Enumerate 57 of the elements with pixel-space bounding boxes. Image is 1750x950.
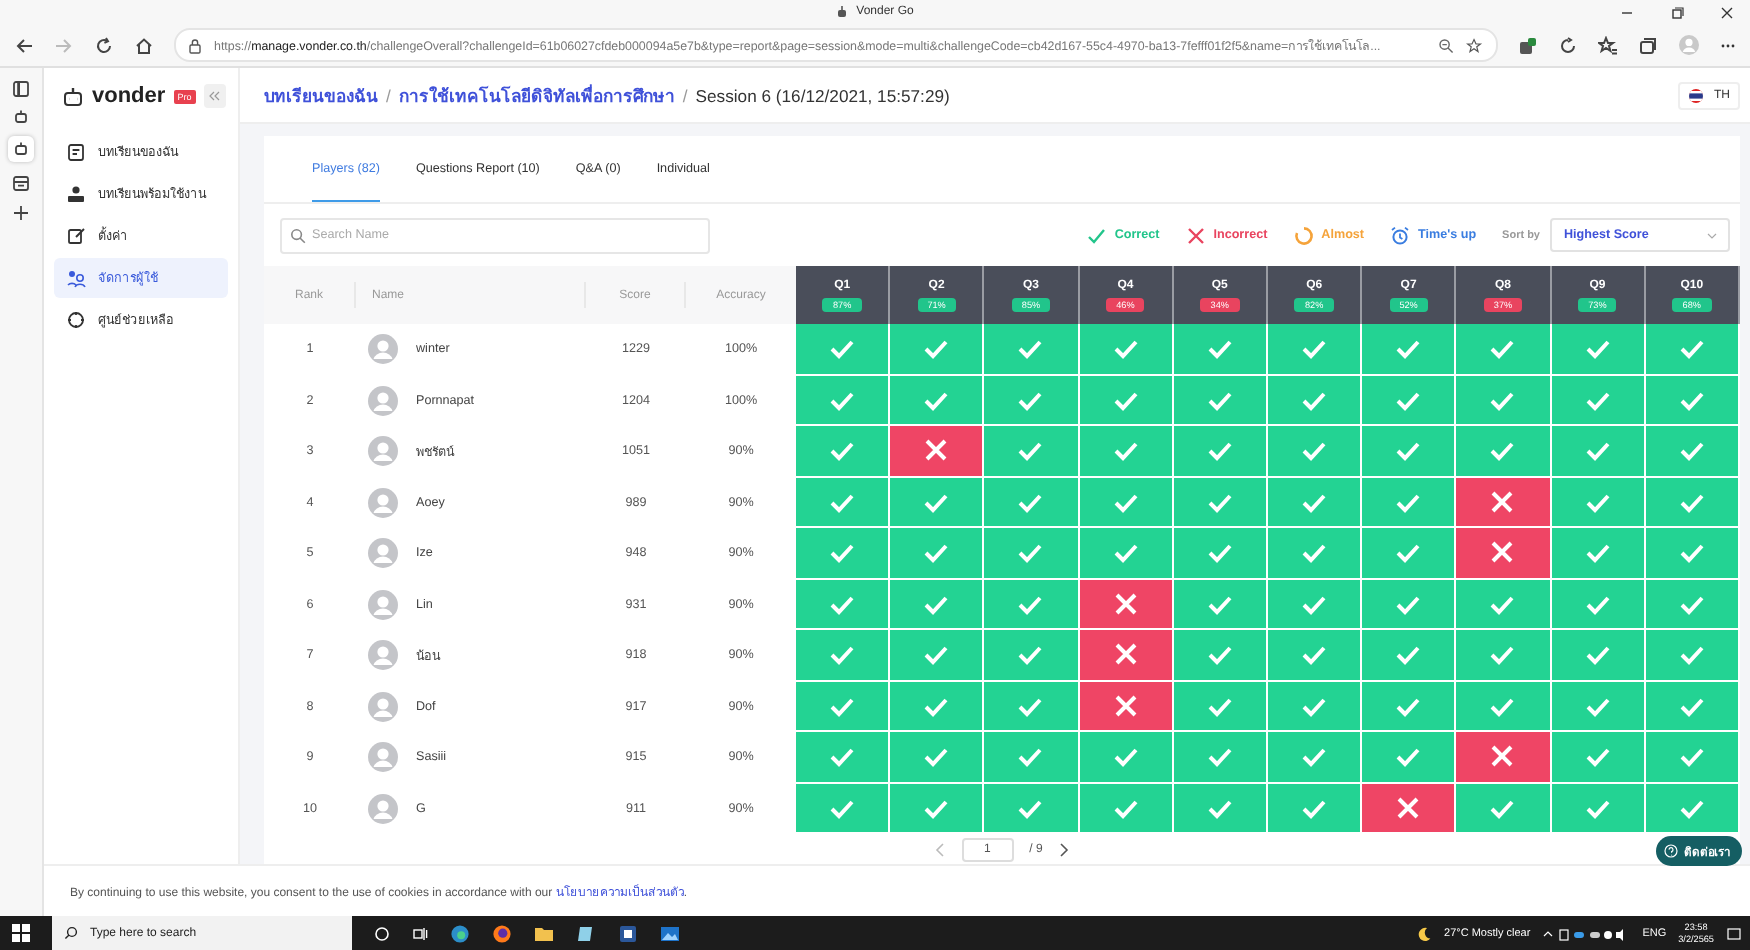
tabs-icon[interactable] [12,80,30,98]
moon-icon [1416,925,1433,941]
circle-icon[interactable] [374,925,390,941]
logo-text: vonder [92,84,166,108]
search-icon [290,227,306,243]
document-icon[interactable] [618,923,638,943]
notification-icon[interactable] [1726,925,1742,941]
folder-icon[interactable] [534,923,554,943]
home-icon[interactable] [134,35,154,55]
breadcrumb-link[interactable]: การใช้เทคโนโลยีดิจิทัลเพื่อการศึกษา [398,81,675,109]
double-chevron-icon [208,90,221,102]
restore-icon[interactable] [1670,5,1684,19]
collapse-button[interactable] [203,84,226,108]
search-icon [64,926,78,940]
cross-icon [1185,225,1206,245]
favorites-icon[interactable] [1598,35,1618,55]
breadcrumb-separator: / [682,85,688,105]
avatar-icon [368,640,398,671]
extension-icon[interactable] [1518,35,1538,55]
avatar-icon [368,538,398,569]
help-icon [1664,844,1678,858]
caret-icon [1706,231,1718,239]
plus-icon[interactable] [12,204,30,222]
lock-icon [188,37,202,53]
breadcrumb-link[interactable]: บทเรียนของฉัน [264,81,378,109]
edit-icon [66,226,86,246]
zoom-icon[interactable] [1438,37,1454,53]
ring-icon [1293,225,1314,245]
chevron-right-icon[interactable] [1058,841,1071,857]
breadcrumb-current: Session 6 (16/12/2021, 15:57:29) [695,85,950,105]
avatar-icon [368,487,398,518]
breadcrumb-separator: / [386,85,391,105]
flag-icon [1688,87,1704,103]
alarm-clock-icon [1390,225,1411,245]
fox-icon[interactable] [492,923,512,943]
calendar-icon[interactable] [12,174,30,192]
browser-icon[interactable] [450,923,470,943]
close-icon[interactable] [1720,5,1734,19]
collections-icon[interactable] [1638,35,1658,55]
image-icon[interactable] [660,923,680,943]
avatar-icon [368,742,398,773]
users-icon [66,268,86,288]
avatar-icon [368,793,398,824]
windows-icon[interactable] [12,924,30,942]
refresh-icon[interactable] [94,35,114,55]
sync-icon[interactable] [1558,35,1578,55]
avatar-icon [368,334,398,365]
star-plus-icon[interactable] [1466,37,1484,53]
avatar-icon [368,385,398,416]
task-view-icon[interactable] [412,925,428,941]
book-icon [66,142,86,162]
avatar-icon [368,589,398,620]
check-icon [1086,225,1107,245]
avatar-icon [368,691,398,722]
person-desk-icon [66,184,86,204]
back-icon[interactable] [14,35,34,55]
avatar-icon [368,436,398,467]
